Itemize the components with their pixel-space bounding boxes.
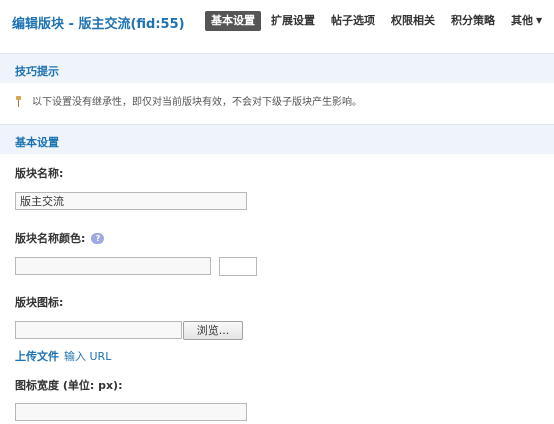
chevron-down-icon: ▼ [536, 16, 543, 25]
tab-more-label: 其他 [511, 14, 533, 27]
tips-title: 技巧提示 [15, 65, 59, 78]
forum-name-label: 版块名称: [15, 165, 63, 181]
tips-section-bar: 技巧提示 [0, 53, 554, 83]
input-url-link[interactable]: 输入 URL [64, 348, 111, 364]
browse-button[interactable]: 浏览... [183, 321, 243, 340]
forum-icon-file-input[interactable] [15, 321, 182, 339]
icon-width-label-text: 图标宽度 (单位: px): [15, 379, 123, 392]
tab-credit-policy[interactable]: 积分策略 [445, 11, 501, 31]
tip-text: 以下设置没有继承性，即仅对当前版块有效，不会对下级子版块产生影响。 [32, 97, 362, 108]
tab-bar: 基本设置 扩展设置 帖子选项 权限相关 积分策略 其他 ▼ [205, 11, 552, 31]
basic-section-bar: 基本设置 [0, 124, 554, 154]
color-picker-swatch[interactable] [219, 257, 257, 276]
url-link-text: URL [89, 350, 112, 363]
forum-name-input[interactable] [15, 192, 247, 210]
tab-more[interactable]: 其他 ▼ [505, 11, 548, 31]
tab-extended-settings[interactable]: 扩展设置 [265, 11, 321, 31]
header: 编辑版块 - 版主交流(fid:55) 基本设置 扩展设置 帖子选项 权限相关 … [0, 0, 554, 40]
page-title: 编辑版块 - 版主交流(fid:55) [12, 17, 185, 32]
tab-post-options[interactable]: 帖子选项 [325, 11, 381, 31]
tip-row: 以下设置没有继承性，即仅对当前版块有效，不会对下级子版块产生影响。 [14, 93, 362, 108]
forum-color-label-text: 版块名称颜色: [15, 232, 86, 245]
basic-section-title: 基本设置 [15, 136, 59, 149]
help-icon[interactable]: ? [91, 232, 105, 244]
upload-file-link[interactable]: 上传文件 [15, 348, 59, 364]
forum-color-label: 版块名称颜色: ? [15, 230, 105, 246]
forum-icon-label: 版块图标: [15, 294, 63, 310]
icon-width-input[interactable] [15, 403, 247, 421]
input-url-link-text: 输入 [64, 350, 86, 363]
forum-name-label-text: 版块名称: [15, 167, 64, 180]
tab-basic-settings[interactable]: 基本设置 [205, 11, 261, 31]
icon-width-label: 图标宽度 (单位: px): [15, 377, 122, 393]
upload-mode-links: 上传文件 输入 URL [15, 348, 111, 364]
tab-permissions[interactable]: 权限相关 [385, 11, 441, 31]
forum-icon-label-text: 版块图标: [15, 296, 64, 309]
pin-icon [14, 95, 24, 107]
forum-color-input[interactable] [15, 257, 211, 275]
